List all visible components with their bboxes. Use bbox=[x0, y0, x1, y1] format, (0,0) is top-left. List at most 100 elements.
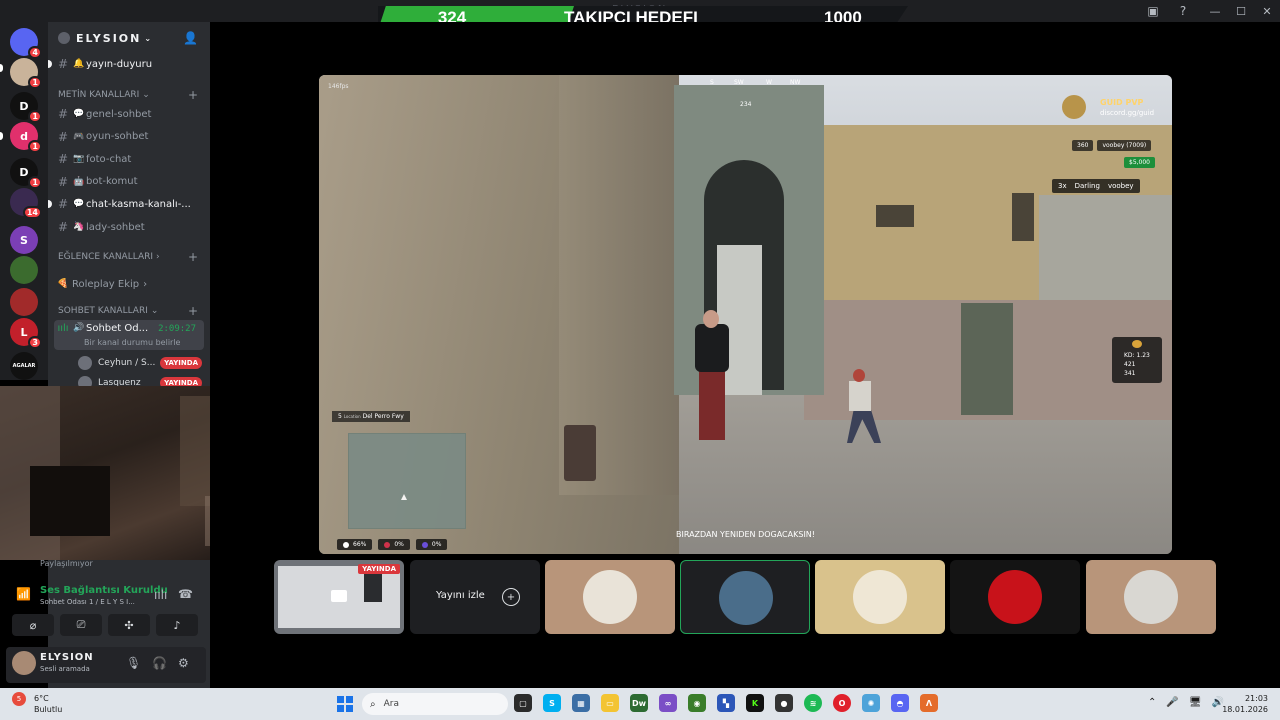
headphones-icon[interactable]: 🎧 bbox=[152, 656, 167, 670]
channel-item[interactable]: # 🎮 oyun-sohbet bbox=[54, 127, 204, 147]
signal-icon[interactable]: 📶 bbox=[16, 587, 31, 601]
app-orange-icon[interactable]: Λ bbox=[920, 694, 938, 712]
server-server-d-green[interactable]: D1 bbox=[10, 158, 42, 189]
inbox-icon[interactable]: ▣ bbox=[1145, 3, 1161, 19]
voice-connection-panel: 📶 Ses Bağlantısı Kuruldu Sohbet Odası 1 … bbox=[6, 575, 206, 645]
disconnect-icon[interactable]: ☎ bbox=[178, 587, 193, 601]
voice-location[interactable]: Sohbet Odası 1 / E L Y S I... bbox=[40, 598, 135, 606]
voice-user[interactable]: Ceyhun / S... YAYINDA bbox=[78, 354, 202, 372]
barrel bbox=[564, 425, 596, 481]
screen-share-button[interactable]: ⎚ bbox=[60, 614, 102, 636]
voice-connected-label[interactable]: Ses Bağlantısı Kuruldu bbox=[40, 585, 168, 596]
search-box[interactable]: ⌕ Ara bbox=[362, 693, 508, 715]
task-view-icon[interactable]: ▢ bbox=[514, 694, 532, 712]
nvidia-icon[interactable]: ◉ bbox=[688, 694, 706, 712]
opera-icon[interactable]: O bbox=[833, 694, 851, 712]
server-header[interactable]: ELYSION ⌄ 👤 bbox=[48, 22, 210, 54]
spotify-icon[interactable]: ≋ bbox=[804, 694, 822, 712]
app-gear-icon[interactable]: ✺ bbox=[862, 694, 880, 712]
soundboard-button[interactable]: ♪ bbox=[156, 614, 198, 636]
tile-watch-stream[interactable]: Yayını izle + bbox=[410, 560, 540, 634]
add-channel-icon[interactable]: + bbox=[188, 250, 198, 264]
search-icon: ⌕ bbox=[370, 698, 376, 710]
stream-view[interactable]: 146fps 234 S SW W NW GUID PVP discord.gg/gu… bbox=[319, 75, 1172, 554]
obs-icon[interactable]: ● bbox=[775, 694, 793, 712]
tile-participant[interactable] bbox=[815, 560, 945, 634]
settings-icon[interactable]: ⚙ bbox=[178, 656, 189, 670]
channel-item[interactable]: # 🤖 bot-komut bbox=[54, 172, 204, 192]
server-avatar[interactable]: 1 bbox=[10, 58, 42, 89]
server-server-aga[interactable]: AGALAR bbox=[10, 352, 38, 380]
noise-suppression-icon[interactable]: ıılı bbox=[154, 588, 167, 602]
hash-icon: # bbox=[57, 57, 69, 71]
channel-item[interactable]: # 💬 chat-kasma-kanalı-... bbox=[48, 194, 204, 214]
microphone-icon[interactable]: 🎤 bbox=[1166, 697, 1178, 708]
add-user-icon[interactable]: 👤 bbox=[183, 31, 198, 45]
server-server-l[interactable]: L3 bbox=[10, 318, 42, 349]
help-icon[interactable]: ? bbox=[1175, 3, 1191, 19]
notification-badge: 1 bbox=[28, 140, 42, 153]
server-server-flower[interactable] bbox=[10, 256, 38, 284]
tile-screen-share[interactable]: YAYINDA bbox=[274, 560, 404, 634]
app-window-icon[interactable]: ▦ bbox=[572, 694, 590, 712]
voice-actions: ⌀ ⎚ ✣ ♪ bbox=[12, 614, 198, 636]
weather-condition: Bulutlu bbox=[34, 705, 63, 714]
add-channel-icon[interactable]: + bbox=[188, 304, 198, 318]
location-number: 5 bbox=[338, 413, 342, 420]
chevron-right-icon: › bbox=[156, 252, 160, 262]
activities-button[interactable]: ✣ bbox=[108, 614, 150, 636]
server-server-multi[interactable]: 14 bbox=[10, 188, 42, 219]
weather-widget[interactable]: 5 6°C Bulutlu bbox=[12, 692, 62, 714]
app-blue-icon[interactable]: ▚ bbox=[717, 694, 735, 712]
category-text-channels[interactable]: METİN KANALLARI ⌄ + bbox=[58, 88, 202, 102]
voice-channel-active[interactable]: ıılı 🔊 Sohbet Od... 2:09:27 Bir kanal du… bbox=[54, 320, 204, 350]
category-fun-channels[interactable]: EĞLENCE KANALLARI › + bbox=[58, 250, 202, 264]
unread-indicator bbox=[48, 60, 52, 68]
channel-announcements[interactable]: # 🔔 yayın-duyuru bbox=[48, 54, 204, 74]
network-icon[interactable]: 🖥 bbox=[1189, 697, 1202, 708]
server-discord-icon[interactable]: 4 bbox=[10, 28, 42, 59]
voice-channel-status[interactable]: Bir kanal durumu belirle bbox=[84, 338, 180, 347]
channel-item[interactable]: # 📷 foto-chat bbox=[54, 149, 204, 169]
clock[interactable]: 21:03 18.01.2026 bbox=[1222, 693, 1268, 715]
server-server-d-yellow[interactable]: D1 bbox=[10, 92, 42, 123]
add-stream-icon[interactable]: + bbox=[502, 588, 520, 606]
channel-item[interactable]: # 🦄 lady-sohbet bbox=[54, 217, 204, 237]
tile-participant-speaking[interactable] bbox=[680, 560, 810, 634]
channel-emoji-icon: 📷 bbox=[73, 154, 85, 165]
location-display: 5 Location Del Perro Fwy bbox=[332, 411, 410, 422]
skype-icon[interactable]: S bbox=[543, 694, 561, 712]
hash-icon: # bbox=[57, 197, 69, 212]
tile-participant[interactable] bbox=[1086, 560, 1216, 634]
avatar[interactable] bbox=[12, 651, 36, 675]
channel-item[interactable]: # 💬 genel-sohbet bbox=[54, 104, 204, 124]
dreamweaver-icon[interactable]: Dw bbox=[630, 694, 648, 712]
add-channel-icon[interactable]: + bbox=[188, 88, 198, 102]
tile-participant[interactable] bbox=[950, 560, 1080, 634]
close-button[interactable]: ✕ bbox=[1254, 0, 1280, 22]
bell-icon: 🔔 bbox=[73, 59, 85, 69]
chevron-up-icon[interactable]: ⌃ bbox=[1148, 697, 1156, 708]
server-server-purple[interactable]: S bbox=[10, 226, 38, 254]
watch-stream-button[interactable]: Yayını izle bbox=[436, 590, 485, 601]
avatar bbox=[988, 570, 1042, 624]
file-explorer-icon[interactable]: ▭ bbox=[601, 694, 619, 712]
server-server-tiktok[interactable]: d1 bbox=[10, 122, 42, 153]
hash-icon: # bbox=[57, 107, 69, 121]
live-badge: YAYINDA bbox=[358, 564, 400, 574]
discord-icon[interactable]: ◓ bbox=[891, 694, 909, 712]
category-chat-channels[interactable]: SOHBET KANALLARI ⌄ + bbox=[58, 304, 202, 318]
camera-off-button[interactable]: ⌀ bbox=[12, 614, 54, 636]
visual-studio-icon[interactable]: ∞ bbox=[659, 694, 677, 712]
username[interactable]: ELYSION bbox=[40, 652, 94, 663]
minimize-button[interactable]: — bbox=[1202, 0, 1228, 22]
kick-icon[interactable]: K bbox=[746, 694, 764, 712]
tile-participant[interactable] bbox=[545, 560, 675, 634]
guild-name: GUID PVP bbox=[1100, 98, 1144, 107]
vital-value: 0% bbox=[394, 541, 404, 548]
start-button[interactable] bbox=[337, 696, 353, 712]
channel-roleplay[interactable]: 🍕 Roleplay Ekip › bbox=[54, 274, 204, 294]
microphone-icon[interactable]: 🎙 bbox=[126, 656, 141, 670]
maximize-button[interactable]: ☐ bbox=[1228, 0, 1254, 22]
server-server-red-swirl[interactable] bbox=[10, 288, 38, 316]
